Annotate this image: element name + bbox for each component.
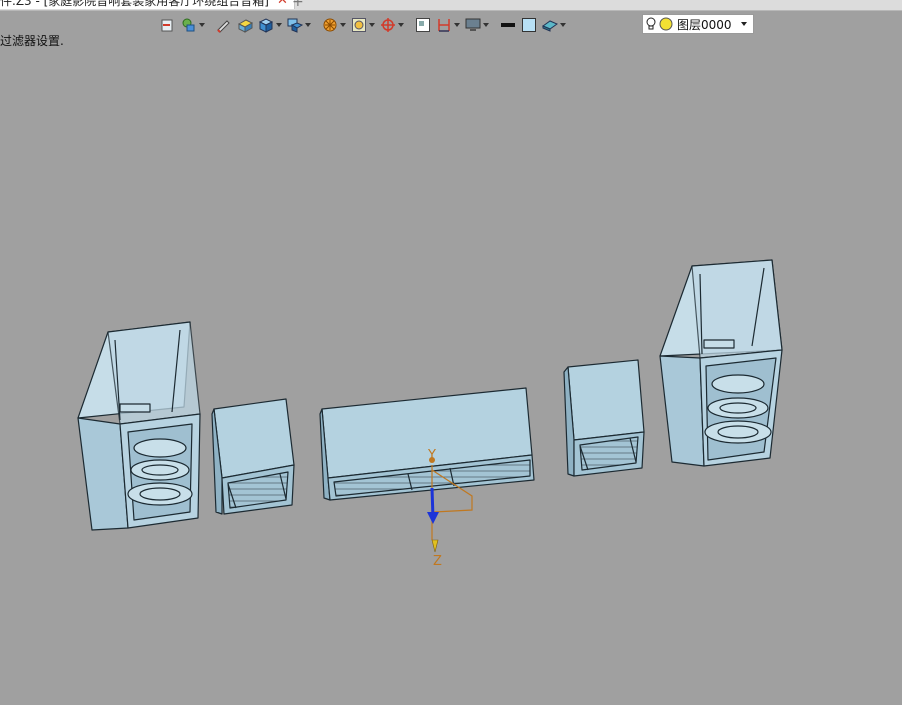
3d-viewport[interactable]: Y Z (0, 0, 902, 705)
left-satellite-speaker[interactable] (211, 398, 295, 515)
center-channel-speaker[interactable] (319, 387, 535, 501)
right-satellite-speaker[interactable] (563, 359, 645, 477)
axis-z-label: Z (433, 554, 442, 569)
left-tower-speaker[interactable] (77, 321, 201, 531)
axis-y-label: Y (427, 448, 436, 463)
right-tower-speaker[interactable] (659, 259, 783, 467)
